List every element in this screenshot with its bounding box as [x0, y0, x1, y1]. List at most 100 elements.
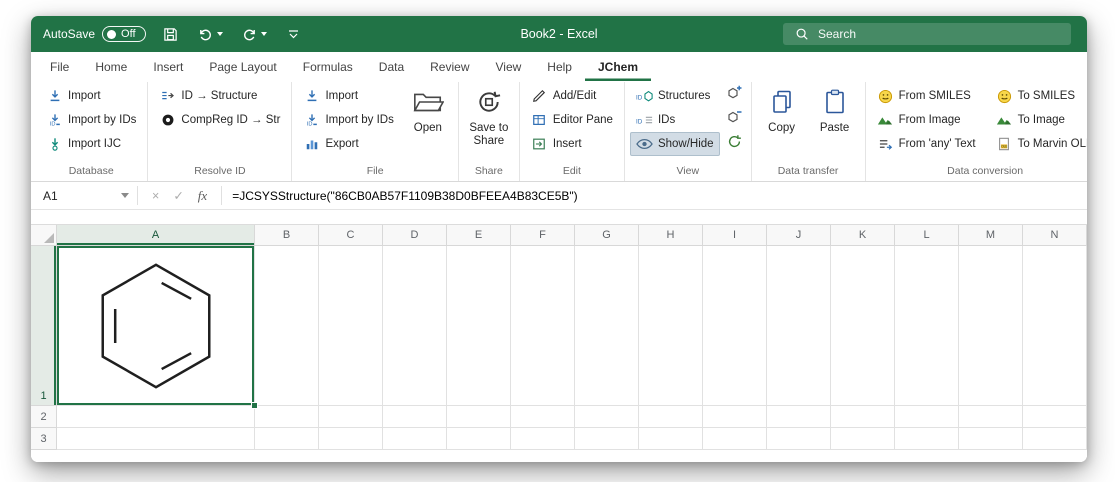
- cell-k1[interactable]: [831, 246, 895, 406]
- cell-m2[interactable]: [959, 406, 1023, 428]
- insert-button[interactable]: Insert: [525, 132, 619, 156]
- database-import-ijc-button[interactable]: Import IJC: [40, 132, 142, 156]
- save-button[interactable]: [160, 24, 181, 44]
- view-ids-button[interactable]: ID IDs: [630, 108, 720, 132]
- cell-f2[interactable]: [511, 406, 575, 428]
- remove-structure-button[interactable]: [723, 108, 746, 131]
- refresh-structures-button[interactable]: [723, 132, 746, 155]
- cell-j2[interactable]: [767, 406, 831, 428]
- search-box[interactable]: Search: [783, 23, 1071, 45]
- save-to-share-button[interactable]: Save to Share: [464, 84, 514, 160]
- cell-g1[interactable]: [575, 246, 639, 406]
- column-header-d[interactable]: D: [383, 225, 447, 246]
- database-import-by-ids-button[interactable]: ID Import by IDs: [40, 108, 142, 132]
- cell-e3[interactable]: [447, 428, 511, 450]
- cell-c2[interactable]: [319, 406, 383, 428]
- cell-n3[interactable]: [1023, 428, 1087, 450]
- copy-button[interactable]: Copy: [757, 84, 807, 160]
- editor-pane-button[interactable]: Editor Pane: [525, 108, 619, 132]
- cell-d2[interactable]: [383, 406, 447, 428]
- tab-help[interactable]: Help: [534, 52, 585, 81]
- add-edit-button[interactable]: Add/Edit: [525, 84, 619, 108]
- cell-i2[interactable]: [703, 406, 767, 428]
- compreg-id-to-str-button[interactable]: CompReg ID → Str: [153, 108, 286, 132]
- cell-m1[interactable]: [959, 246, 1023, 406]
- file-import-button[interactable]: Import: [297, 84, 399, 108]
- column-header-a[interactable]: A: [57, 225, 255, 246]
- cell-j1[interactable]: [767, 246, 831, 406]
- file-import-by-ids-button[interactable]: ID Import by IDs: [297, 108, 399, 132]
- from-any-text-button[interactable]: From 'any' Text: [871, 132, 987, 156]
- tab-page-layout[interactable]: Page Layout: [196, 52, 289, 81]
- cell-m3[interactable]: [959, 428, 1023, 450]
- cell-b1[interactable]: [255, 246, 319, 406]
- insert-function-button[interactable]: fx: [198, 188, 207, 204]
- cell-d1[interactable]: [383, 246, 447, 406]
- tab-data[interactable]: Data: [366, 52, 417, 81]
- tab-insert[interactable]: Insert: [140, 52, 196, 81]
- cell-j3[interactable]: [767, 428, 831, 450]
- cell-h2[interactable]: [639, 406, 703, 428]
- cell-n1[interactable]: [1023, 246, 1087, 406]
- cell-h1[interactable]: [639, 246, 703, 406]
- cell-n2[interactable]: [1023, 406, 1087, 428]
- database-import-button[interactable]: Import: [40, 84, 142, 108]
- row-header-2[interactable]: 2: [31, 406, 57, 428]
- cell-f1[interactable]: [511, 246, 575, 406]
- cell-i3[interactable]: [703, 428, 767, 450]
- cell-l2[interactable]: [895, 406, 959, 428]
- row-header-1[interactable]: 1: [31, 246, 57, 406]
- cell-b3[interactable]: [255, 428, 319, 450]
- file-export-button[interactable]: Export: [297, 132, 399, 156]
- cell-k3[interactable]: [831, 428, 895, 450]
- name-box-dropdown-caret[interactable]: [121, 193, 129, 198]
- cell-b2[interactable]: [255, 406, 319, 428]
- cell-a1[interactable]: [57, 246, 255, 406]
- column-header-k[interactable]: K: [831, 225, 895, 246]
- column-header-e[interactable]: E: [447, 225, 511, 246]
- to-smiles-button[interactable]: To SMILES: [990, 84, 1087, 108]
- from-image-button[interactable]: From Image: [871, 108, 987, 132]
- cell-i1[interactable]: [703, 246, 767, 406]
- column-header-b[interactable]: B: [255, 225, 319, 246]
- cell-c1[interactable]: [319, 246, 383, 406]
- view-structures-button[interactable]: ID Structures: [630, 84, 720, 108]
- tab-formulas[interactable]: Formulas: [290, 52, 366, 81]
- cell-f3[interactable]: [511, 428, 575, 450]
- cell-a3[interactable]: [57, 428, 255, 450]
- redo-button[interactable]: [239, 24, 269, 44]
- tab-jchem[interactable]: JChem: [585, 52, 651, 81]
- cell-k2[interactable]: [831, 406, 895, 428]
- open-button[interactable]: Open: [403, 84, 453, 160]
- formula-input[interactable]: =JCSYSStructure("86CB0AB57F1109B38D0BFEE…: [222, 182, 1087, 209]
- tab-home[interactable]: Home: [82, 52, 140, 81]
- show-hide-button[interactable]: Show/Hide: [630, 132, 720, 156]
- autosave-toggle[interactable]: AutoSave Off: [43, 26, 146, 42]
- from-smiles-button[interactable]: From SMILES: [871, 84, 987, 108]
- cell-c3[interactable]: [319, 428, 383, 450]
- cell-l3[interactable]: [895, 428, 959, 450]
- column-header-m[interactable]: M: [959, 225, 1023, 246]
- cell-e2[interactable]: [447, 406, 511, 428]
- column-header-c[interactable]: C: [319, 225, 383, 246]
- column-header-g[interactable]: G: [575, 225, 639, 246]
- enter-button[interactable]: ✓: [173, 188, 183, 203]
- id-to-structure-button[interactable]: ID → Structure: [153, 84, 286, 108]
- cell-e1[interactable]: [447, 246, 511, 406]
- cancel-button[interactable]: ×: [152, 189, 159, 203]
- cell-g3[interactable]: [575, 428, 639, 450]
- column-header-i[interactable]: I: [703, 225, 767, 246]
- column-header-h[interactable]: H: [639, 225, 703, 246]
- quick-access-customize-button[interactable]: [283, 24, 304, 44]
- tab-file[interactable]: File: [37, 52, 82, 81]
- row-header-3[interactable]: 3: [31, 428, 57, 450]
- paste-button[interactable]: Paste: [810, 84, 860, 160]
- to-marvin-ole-button[interactable]: OLE To Marvin OLE: [990, 132, 1087, 156]
- undo-button[interactable]: [195, 24, 225, 44]
- tab-view[interactable]: View: [483, 52, 535, 81]
- add-structure-button[interactable]: [723, 84, 746, 107]
- column-header-l[interactable]: L: [895, 225, 959, 246]
- tab-review[interactable]: Review: [417, 52, 482, 81]
- select-all-button[interactable]: [31, 225, 57, 246]
- column-header-j[interactable]: J: [767, 225, 831, 246]
